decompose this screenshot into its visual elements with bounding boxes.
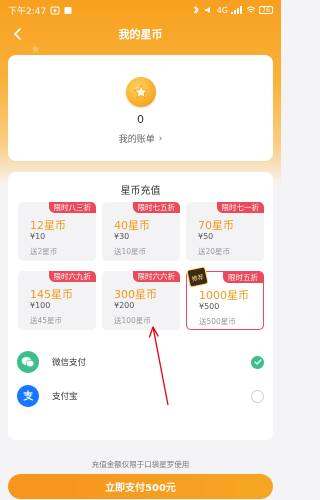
bluetooth-icon: [193, 6, 199, 14]
package-bonus: 送45星币: [30, 316, 63, 325]
signal-icon: [231, 6, 242, 14]
payment-label: 微信支付: [52, 358, 87, 368]
payment-option-wechat[interactable]: 微信支付: [8, 349, 273, 375]
recommend-badge: 推荐: [186, 266, 209, 288]
my-bill-label: 我的账单: [118, 135, 155, 145]
package-bonus: 送100星币: [114, 316, 151, 325]
package-card[interactable]: 限时六六折 300星币 ¥200 送100星币: [102, 271, 180, 330]
discount-tag: 限时七一折: [216, 202, 264, 213]
package-card[interactable]: 限时六九折 145星币 ¥100 送45星币: [18, 271, 96, 330]
account-card: 0 我的账单 ›: [8, 55, 273, 161]
my-bill-link[interactable]: 我的账单 ›: [118, 132, 163, 146]
package-bonus: 送2星币: [30, 247, 58, 256]
discount-tag: 限时五折: [223, 272, 263, 283]
chevron-left-icon: [14, 28, 21, 40]
recharge-card: 星币充值 限时八三折 12星币 ¥10 送2星币 限时七五折 40星币 ¥30 …: [8, 172, 273, 440]
package-bonus: 送10星币: [114, 247, 147, 256]
payment-option-alipay[interactable]: 支付宝: [8, 383, 273, 409]
recharge-section-title: 星币充值: [120, 186, 161, 197]
payment-label: 支付宝: [52, 392, 78, 402]
package-card[interactable]: 限时八三折 12星币 ¥10 送2星币: [18, 202, 96, 261]
payment-radio[interactable]: [251, 389, 264, 403]
package-bonus: 送20星币: [198, 247, 231, 256]
discount-tag: 限时六六折: [132, 271, 180, 282]
page-title: 我的星币: [118, 28, 163, 41]
star-coin-icon: [125, 77, 156, 107]
package-price: ¥50: [198, 232, 214, 241]
mute-icon: [204, 7, 210, 13]
navigation-bar: 我的星币: [0, 22, 281, 46]
package-card[interactable]: 限时七五折 40星币 ¥30 送10星币: [102, 202, 180, 261]
status-bar: 下午2:47 4G 76: [0, 0, 281, 20]
signal-text: 4G: [216, 5, 228, 15]
battery-level: 76: [262, 6, 270, 14]
chevron-right-icon: ›: [158, 133, 163, 144]
package-price: ¥100: [30, 301, 51, 310]
usage-notice: 充值金额仅限于口袋星罗使用: [91, 460, 190, 469]
payment-radio-checked[interactable]: [251, 355, 264, 369]
wifi-icon: [246, 6, 256, 13]
wechat-icon: [17, 351, 39, 373]
package-amount: 145星币: [30, 288, 73, 301]
package-card[interactable]: 限时七一折 70星币 ¥50 送20星币: [186, 202, 264, 261]
alipay-icon: [17, 385, 39, 407]
package-amount: 300星币: [114, 288, 157, 301]
package-amount: 40星币: [114, 219, 150, 232]
discount-tag: 限时六九折: [48, 271, 96, 282]
discount-tag: 限时八三折: [48, 202, 96, 213]
package-price: ¥500: [199, 302, 220, 311]
notification-icon: [50, 6, 60, 14]
checkmark-icon: [253, 359, 262, 365]
package-amount: 12星币: [30, 219, 66, 232]
pay-now-button[interactable]: 立即支付500元: [8, 474, 273, 499]
package-price: ¥10: [30, 232, 46, 241]
battery-icon: 76: [259, 6, 273, 14]
star-coin-balance: 0: [137, 113, 144, 126]
package-amount: 70星币: [198, 219, 234, 232]
package-bonus: 送500星币: [199, 317, 236, 326]
status-time: 下午2:47: [8, 6, 47, 17]
discount-tag: 限时七五折: [132, 202, 180, 213]
package-amount: 1000星币: [199, 289, 249, 302]
package-price: ¥200: [114, 301, 135, 310]
package-price: ¥30: [114, 232, 130, 241]
message-icon: [64, 6, 72, 14]
back-button[interactable]: [8, 24, 28, 44]
